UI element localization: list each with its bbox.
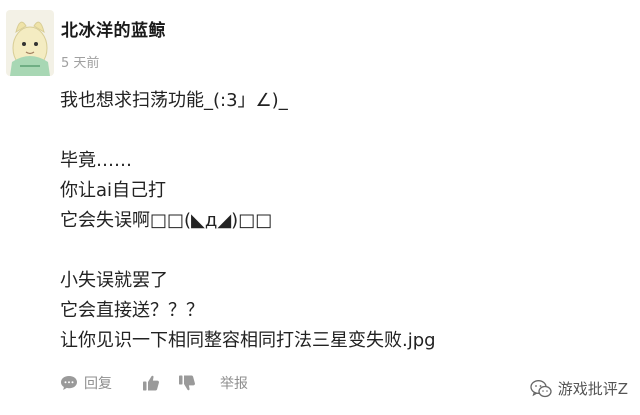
thumbs-down-icon — [179, 375, 195, 391]
comment-bubble-icon — [61, 376, 77, 390]
report-label: 举报 — [220, 376, 248, 392]
comment-line: 你让ai自己打 — [60, 180, 167, 201]
report-button[interactable]: 举报 — [220, 373, 248, 393]
avatar-image — [6, 10, 54, 76]
like-button[interactable] — [142, 374, 160, 392]
wechat-logo-icon — [530, 379, 552, 397]
watermark-text: 游戏批评Z — [557, 380, 628, 398]
thumbs-up-icon — [143, 375, 159, 391]
timestamp: 5 天前 — [61, 56, 100, 71]
comment-line: 小失误就罢了 — [60, 270, 168, 291]
dislike-button[interactable] — [178, 374, 196, 392]
comment-card: 北冰洋的蓝鲸 5 天前 我也想求扫荡功能_(:3」∠)_ 毕竟…… 你让ai自己… — [0, 0, 640, 415]
comment-line: 让你见识一下相同整容相同打法三星变失败.jpg — [60, 330, 436, 351]
comment-body: 我也想求扫荡功能_(:3」∠)_ 毕竟…… 你让ai自己打 它会失误啊□□(◣д… — [60, 86, 620, 356]
comment-line: 它会失误啊□□(◣д◢)□□ — [60, 210, 273, 231]
comment-actions: 回复 举报 — [60, 372, 248, 394]
comment-line: 毕竟…… — [60, 150, 132, 171]
reply-label: 回复 — [84, 376, 112, 392]
comment-blank-line — [60, 236, 620, 266]
watermark: 游戏批评Z — [530, 378, 628, 399]
comment-line: 我也想求扫荡功能_(:3」∠)_ — [60, 90, 288, 111]
reply-button[interactable]: 回复 — [60, 373, 142, 393]
username[interactable]: 北冰洋的蓝鲸 — [61, 16, 166, 41]
comment-line: 它会直接送？？？ — [60, 300, 204, 321]
avatar[interactable] — [6, 10, 54, 76]
comment-blank-line — [60, 116, 620, 146]
